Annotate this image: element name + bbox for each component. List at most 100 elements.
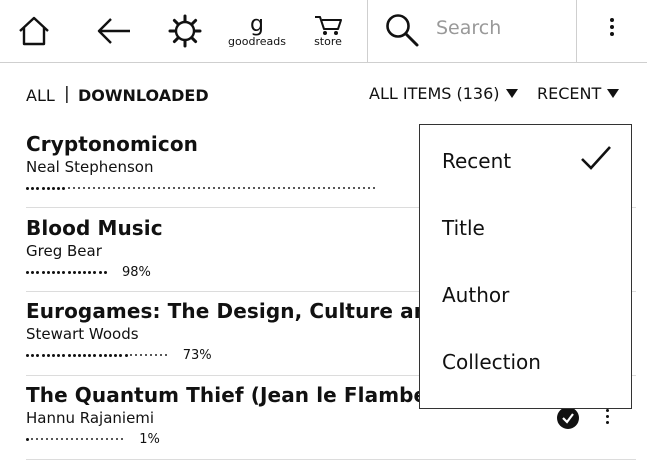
store-button[interactable]: store (306, 0, 350, 62)
progress-dot-unread (287, 187, 290, 189)
top-toolbar: g goodreads store Search (0, 0, 647, 63)
progress-dot-unread (92, 187, 95, 189)
progress-dot-unread (66, 438, 69, 440)
filter-downloaded[interactable]: DOWNLOADED (78, 86, 209, 105)
progress-dot-unread (357, 187, 360, 189)
progress-dot-read (103, 270, 107, 274)
progress-dot-unread (86, 438, 89, 440)
progress-dot-read (77, 270, 81, 274)
progress-dot-read (26, 437, 29, 441)
progress-dot-unread (149, 354, 152, 356)
progress-dot-read (31, 353, 35, 357)
sort-option-collection[interactable]: Collection (442, 350, 541, 374)
progress-dot-read (51, 186, 55, 190)
items-filter-dropdown[interactable]: ALL ITEMS (136) (369, 84, 518, 103)
progress-dot-unread (347, 187, 350, 189)
progress-dot-read (31, 186, 35, 190)
progress-dot-unread (101, 438, 104, 440)
progress-dot-read (57, 270, 61, 274)
progress-dot-unread (267, 187, 270, 189)
progress-dot-unread (137, 187, 140, 189)
progress-dot-unread (122, 187, 125, 189)
progress-dot-unread (97, 187, 100, 189)
progress-dot-unread (162, 187, 165, 189)
cart-icon (315, 16, 342, 35)
progress-dot-read (93, 270, 97, 274)
progress-dot-read (36, 270, 40, 274)
progress-dot-read (103, 353, 107, 357)
progress-dot-read (124, 353, 128, 357)
progress-dot-unread (31, 438, 34, 440)
progress-dot-unread (82, 187, 85, 189)
sort-option-recent[interactable]: Recent (442, 149, 511, 173)
progress-dot-unread (46, 438, 49, 440)
progress-dot-read (41, 186, 45, 190)
progress-dot-unread (142, 187, 145, 189)
progress-dot-read (98, 353, 102, 357)
progress-dot-read (41, 270, 45, 274)
sort-option-title[interactable]: Title (442, 216, 485, 240)
book-author: Hannu Rajaniemi (26, 409, 155, 427)
progress-dot-read (36, 186, 40, 190)
progress-dot-unread (91, 438, 94, 440)
sort-menu: Recent Title Author Collection (419, 124, 632, 409)
progress-dot-unread (41, 438, 44, 440)
progress-dot-unread (152, 187, 155, 189)
progress-dot-read (46, 270, 50, 274)
item-more-button[interactable] (606, 409, 609, 427)
search-placeholder[interactable]: Search (436, 17, 501, 39)
progress-dot-read (83, 270, 87, 274)
progress-dot-unread (277, 187, 280, 189)
progress-dot-read (36, 353, 40, 357)
progress-dot-unread (167, 187, 170, 189)
progress-dot-unread (112, 187, 115, 189)
progress-dot-read (109, 353, 112, 357)
progress-dot-unread (312, 187, 315, 189)
filter-separator: | (64, 84, 70, 104)
caret-down-icon (505, 89, 518, 98)
progress-dot-read (119, 353, 123, 357)
progress-dot-unread (76, 438, 79, 440)
progress-dot-unread (307, 187, 310, 189)
checkmark-icon (581, 146, 611, 170)
progress-dot-read (72, 353, 76, 357)
progress-dot-read (51, 270, 55, 274)
progress-dot-read (67, 270, 71, 274)
sort-dropdown[interactable]: RECENT (537, 84, 620, 103)
progress-dot-unread (362, 187, 365, 189)
settings-button[interactable] (165, 0, 205, 62)
store-label: store (314, 35, 342, 48)
goodreads-label: goodreads (228, 35, 286, 48)
progress-dot-read (88, 270, 92, 274)
progress-dot-unread (217, 187, 220, 189)
progress-dot-unread (111, 438, 114, 440)
progress-dot-unread (297, 187, 300, 189)
progress-dot-read (62, 353, 66, 357)
progress-dot-unread (129, 354, 132, 356)
progress-dot-read (46, 353, 50, 357)
progress-dot-unread (61, 438, 64, 440)
progress-dot-unread (77, 187, 80, 189)
progress-dot-unread (262, 187, 265, 189)
progress-dot-unread (192, 187, 195, 189)
progress-dot-unread (81, 438, 84, 440)
goodreads-button[interactable]: g goodreads (224, 0, 290, 62)
vertical-dots-icon (606, 409, 609, 424)
sort-option-author[interactable]: Author (442, 283, 509, 307)
progress-dot-unread (212, 187, 215, 189)
back-arrow-icon (97, 18, 130, 44)
filter-all[interactable]: ALL (26, 86, 55, 105)
back-button[interactable] (94, 0, 134, 62)
progress-dot-read (26, 270, 29, 274)
progress-dot-unread (157, 187, 160, 189)
home-button[interactable] (14, 0, 54, 62)
progress-dot-read (88, 353, 92, 357)
menu-button[interactable] (577, 0, 647, 62)
progress-dot-unread (127, 187, 130, 189)
progress-percent: 73% (182, 347, 212, 363)
progress-dot-unread (282, 187, 285, 189)
progress-dot-unread (227, 187, 230, 189)
progress-dot-unread (139, 354, 142, 356)
progress-dot-unread (372, 187, 375, 189)
progress-dot-unread (159, 354, 162, 356)
